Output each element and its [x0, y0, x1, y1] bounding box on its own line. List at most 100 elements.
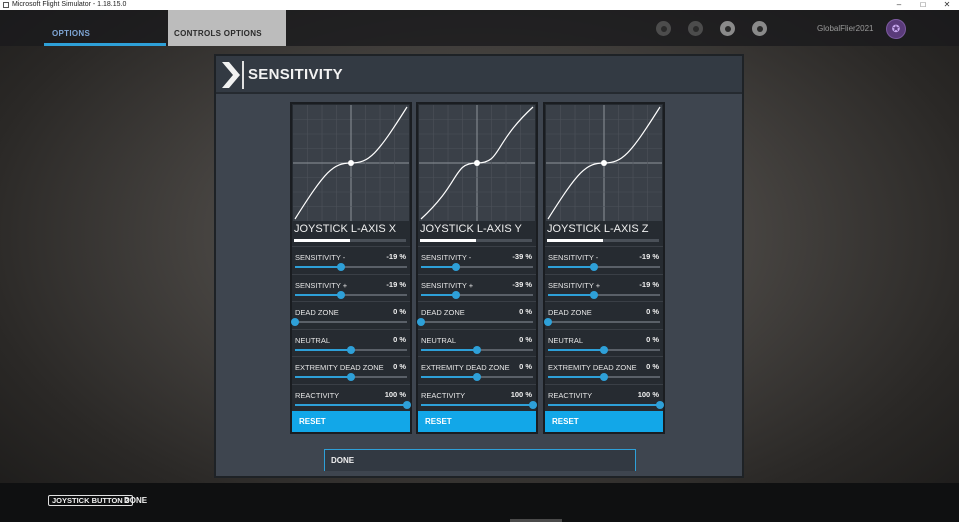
slider-fill	[295, 293, 341, 296]
app-icon	[3, 2, 9, 8]
slider-handle[interactable]	[347, 345, 355, 354]
chevron-right-icon	[222, 62, 240, 88]
header-divider	[242, 61, 244, 89]
setting-row: SENSITIVITY + -19 %	[545, 273, 663, 301]
setting-label: EXTREMITY DEAD ZONE	[421, 363, 510, 372]
slider-handle[interactable]	[544, 318, 552, 326]
setting-label: DEAD ZONE	[421, 308, 465, 317]
avatar[interactable]: ✪	[886, 19, 906, 39]
slider-handle[interactable]	[600, 373, 608, 381]
slider-fill	[295, 348, 351, 351]
setting-row: NEUTRAL 0 %	[292, 328, 410, 356]
axis-input-bar	[420, 239, 532, 242]
slider-handle[interactable]	[336, 263, 345, 271]
slider-handle[interactable]	[656, 400, 664, 409]
neutral-point	[474, 160, 480, 166]
setting-slider[interactable]	[421, 290, 533, 299]
notifications-icon[interactable]	[752, 21, 767, 36]
setting-row: SENSITIVITY - -39 %	[418, 246, 536, 273]
setting-slider[interactable]	[417, 318, 533, 326]
profile-icon[interactable]	[720, 21, 735, 36]
axis-input-fill	[294, 239, 350, 242]
setting-label: REACTIVITY	[421, 390, 466, 400]
axis-card: JOYSTICK L-AXIS Y SENSITIVITY - -39 % SENSI…	[416, 102, 538, 434]
setting-label: SENSITIVITY -	[548, 253, 599, 262]
setting-slider[interactable]	[421, 345, 533, 354]
slider-handle[interactable]	[600, 345, 608, 354]
setting-slider[interactable]	[421, 373, 533, 381]
setting-slider[interactable]	[295, 263, 407, 271]
setting-label: NEUTRAL	[295, 335, 331, 345]
setting-slider[interactable]	[548, 290, 660, 299]
reset-button[interactable]: RESET	[292, 411, 410, 432]
setting-slider[interactable]	[291, 318, 407, 326]
setting-row: SENSITIVITY + -39 %	[418, 273, 536, 301]
setting-label: REACTIVITY	[295, 390, 340, 400]
neutral-point	[601, 160, 607, 166]
done-button[interactable]: DONE	[324, 449, 636, 471]
setting-value: 0 %	[519, 362, 532, 371]
slider-handle[interactable]	[589, 290, 598, 299]
setting-slider[interactable]	[295, 400, 411, 409]
achievements-icon[interactable]	[656, 21, 671, 36]
setting-slider[interactable]	[295, 345, 407, 354]
response-curve-graph	[546, 105, 662, 221]
friends-icon[interactable]	[688, 21, 703, 36]
setting-slider[interactable]	[548, 263, 660, 271]
slider-handle[interactable]	[291, 318, 299, 326]
slider-handle[interactable]	[529, 400, 537, 409]
setting-value: -39 %	[512, 279, 532, 289]
slider-fill	[548, 376, 604, 378]
slider-handle[interactable]	[451, 263, 460, 271]
setting-value: 0 %	[519, 334, 532, 344]
slider-handle[interactable]	[451, 290, 460, 299]
setting-slider[interactable]	[548, 345, 660, 354]
setting-row: SENSITIVITY - -19 %	[292, 246, 410, 273]
axis-input-bar	[547, 239, 659, 242]
minimize-button[interactable]: –	[887, 0, 911, 10]
setting-value: -19 %	[386, 279, 406, 289]
joystick-button-hint: JOYSTICK BUTTON 2	[48, 495, 133, 506]
setting-slider[interactable]	[295, 373, 407, 381]
slider-fill	[295, 403, 407, 406]
slider-handle[interactable]	[336, 290, 345, 299]
slider-handle[interactable]	[403, 400, 411, 409]
slider-handle[interactable]	[347, 373, 355, 381]
setting-value: 0 %	[519, 307, 532, 316]
panel-title: SENSITIVITY	[248, 66, 343, 83]
maximize-button[interactable]: □	[911, 0, 935, 10]
response-curve-svg	[293, 105, 409, 221]
axis-input-fill	[547, 239, 603, 242]
setting-value: 100 %	[510, 389, 532, 399]
slider-handle[interactable]	[417, 318, 425, 326]
username: GlobalFlier2021	[817, 24, 874, 33]
setting-slider[interactable]	[548, 373, 660, 381]
reset-button[interactable]: RESET	[545, 411, 663, 432]
slider-handle[interactable]	[473, 373, 481, 381]
setting-row: EXTREMITY DEAD ZONE 0 %	[418, 356, 536, 383]
tab-controls-options[interactable]: CONTROLS OPTIONS	[168, 10, 286, 46]
setting-label: NEUTRAL	[421, 335, 457, 345]
slider-fill	[548, 293, 594, 296]
done-hint-label[interactable]: DONE	[124, 496, 147, 505]
setting-label: SENSITIVITY -	[295, 253, 346, 262]
setting-value: 0 %	[393, 307, 406, 316]
reset-button[interactable]: RESET	[418, 411, 536, 432]
setting-slider[interactable]	[544, 318, 660, 326]
close-button[interactable]: ✕	[935, 0, 959, 10]
setting-slider[interactable]	[295, 290, 407, 299]
panel-header: SENSITIVITY	[216, 56, 742, 94]
slider-handle[interactable]	[589, 263, 598, 271]
setting-value: -39 %	[512, 252, 532, 261]
setting-label: SENSITIVITY +	[295, 280, 348, 290]
slider-fill	[421, 266, 456, 268]
setting-slider[interactable]	[421, 263, 533, 271]
slider-handle[interactable]	[473, 345, 481, 354]
setting-row: EXTREMITY DEAD ZONE 0 %	[545, 356, 663, 383]
setting-slider[interactable]	[548, 400, 664, 409]
slider-fill	[295, 266, 341, 268]
setting-value: 0 %	[646, 362, 659, 371]
setting-value: 0 %	[646, 334, 659, 344]
tab-options[interactable]: OPTIONS	[44, 10, 166, 46]
setting-slider[interactable]	[421, 400, 537, 409]
